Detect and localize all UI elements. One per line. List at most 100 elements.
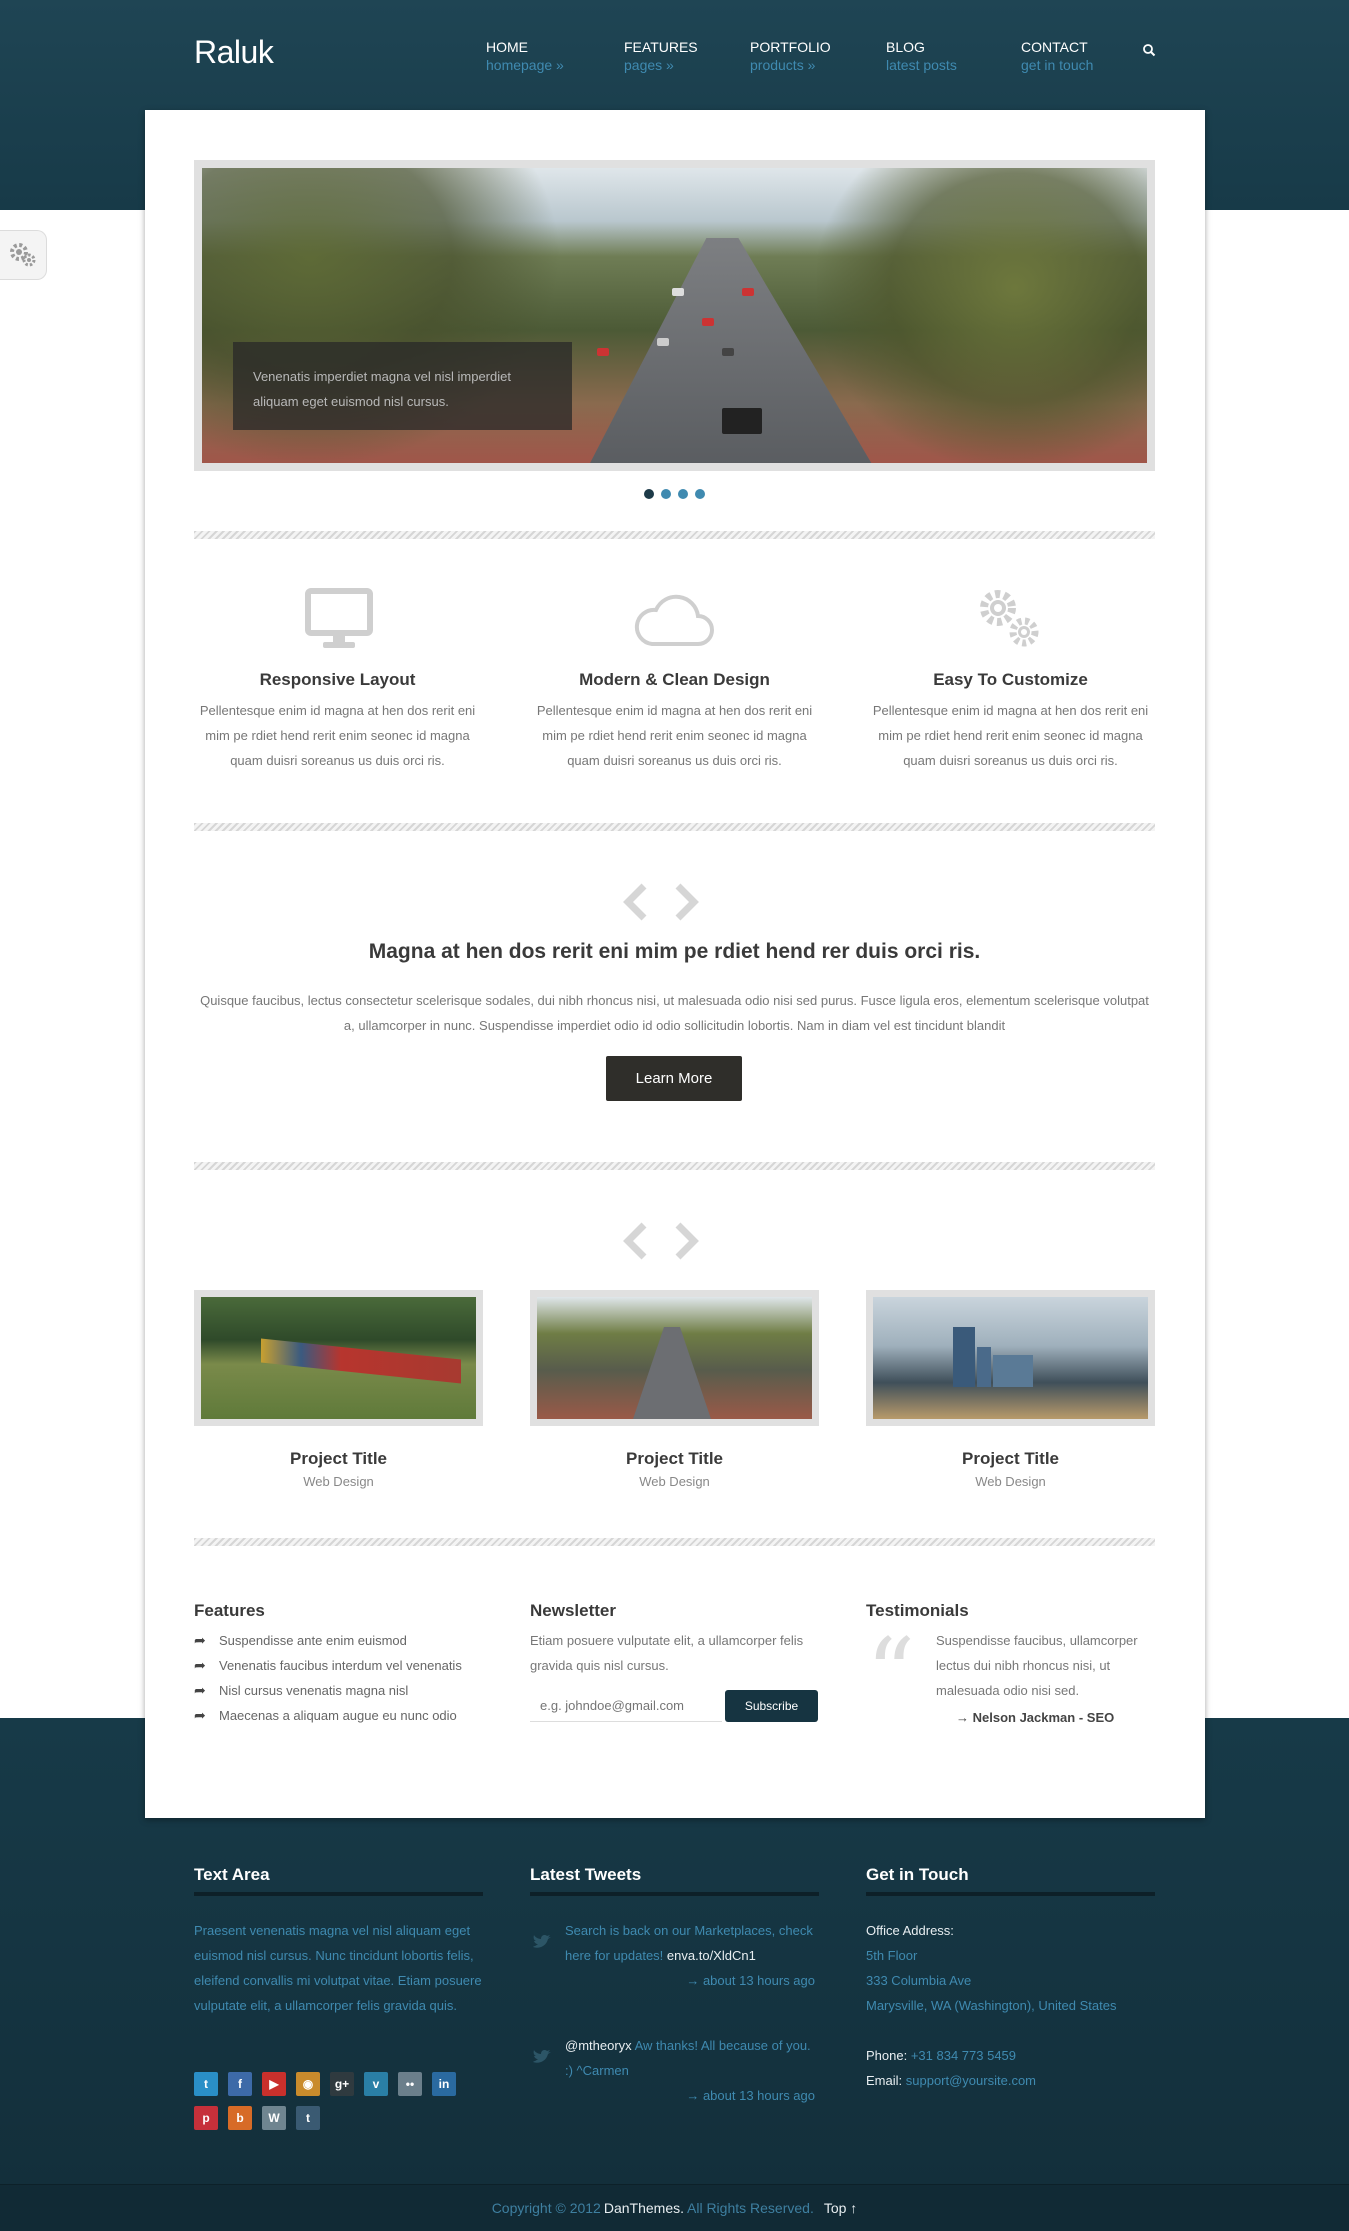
nav-item-portfolio[interactable]: PORTFOLIO products » bbox=[750, 38, 831, 74]
project-title[interactable]: Project Title bbox=[194, 1449, 483, 1469]
newsletter-text: Etiam posuere vulputate elit, a ullamcor… bbox=[530, 1633, 804, 1673]
blogger-icon[interactable]: b bbox=[228, 2106, 252, 2130]
project-card[interactable]: Project Title Web Design bbox=[866, 1290, 1155, 1489]
project-thumbnail[interactable] bbox=[201, 1297, 476, 1419]
title-underline bbox=[530, 1892, 819, 1896]
tweet-link[interactable]: enva.to/XldCn1 bbox=[667, 1948, 756, 1963]
chevron-right-icon[interactable] bbox=[672, 882, 700, 922]
section-divider bbox=[194, 1162, 1155, 1170]
get-in-touch-title: Get in Touch bbox=[866, 1865, 969, 1884]
gear-icon bbox=[10, 243, 36, 267]
style-switcher-tab[interactable] bbox=[0, 230, 47, 280]
slider-dot[interactable] bbox=[661, 489, 671, 499]
features-widget-title: Features bbox=[194, 1601, 265, 1620]
nav-subtitle: get in touch bbox=[1021, 57, 1094, 73]
tweet-item: Search is back on our Marketplaces, chec… bbox=[565, 1918, 815, 1993]
list-item: ➦ Maecenas a aliquam augue eu nunc odio bbox=[194, 1703, 462, 1728]
callout-heading: Magna at hen dos rerit eni mim pe rdiet … bbox=[368, 940, 981, 963]
feature-title: Responsive Layout bbox=[259, 670, 416, 689]
contact-info: Office Address: 5th Floor 333 Columbia A… bbox=[866, 1918, 1156, 2093]
tumblr-icon[interactable]: t bbox=[296, 2106, 320, 2130]
arrow-icon: ➦ bbox=[194, 1682, 206, 1698]
slider-dot[interactable] bbox=[695, 489, 705, 499]
slider-dot[interactable] bbox=[678, 489, 688, 499]
latest-tweets-title: Latest Tweets bbox=[530, 1865, 642, 1884]
googleplus-icon[interactable]: g+ bbox=[330, 2072, 354, 2096]
wordpress-icon[interactable]: W bbox=[262, 2106, 286, 2130]
phone-label: Phone: bbox=[866, 2048, 908, 2063]
project-card[interactable]: Project Title Web Design bbox=[194, 1290, 483, 1489]
tweet-item: @mtheoryx Aw thanks! All because of you.… bbox=[565, 2033, 815, 2108]
nav-item-contact[interactable]: CONTACT get in touch bbox=[1021, 38, 1093, 74]
tweet-time[interactable]: → about 13 hours ago bbox=[565, 1968, 815, 1993]
nav-item-features[interactable]: FEATURES pages » bbox=[624, 38, 698, 74]
project-title[interactable]: Project Title bbox=[866, 1449, 1155, 1469]
site-logo[interactable]: Raluk bbox=[194, 34, 274, 71]
monitor-icon bbox=[305, 588, 373, 648]
newsletter-title: Newsletter bbox=[530, 1601, 616, 1620]
project-category: Web Design bbox=[303, 1474, 374, 1489]
cloud-icon bbox=[634, 594, 714, 646]
feature-text: Pellentesque enim id magna at hen dos re… bbox=[536, 703, 813, 768]
copyright-suffix: All Rights Reserved. bbox=[687, 2200, 814, 2216]
project-title[interactable]: Project Title bbox=[530, 1449, 819, 1469]
slider-dot[interactable] bbox=[644, 489, 654, 499]
section-divider bbox=[194, 823, 1155, 831]
vimeo-icon[interactable]: v bbox=[364, 2072, 388, 2096]
tweet-time[interactable]: → about 13 hours ago bbox=[565, 2083, 815, 2108]
text-area-title: Text Area bbox=[194, 1865, 270, 1884]
youtube-icon[interactable]: ▶ bbox=[262, 2072, 286, 2096]
slide-caption: Venenatis imperdiet magna vel nisl imper… bbox=[233, 342, 572, 430]
chevron-left-icon[interactable] bbox=[622, 1221, 650, 1261]
pinterest-icon[interactable]: p bbox=[194, 2106, 218, 2130]
rss-icon[interactable]: ◉ bbox=[296, 2072, 320, 2096]
phone-value[interactable]: +31 834 773 5459 bbox=[911, 2048, 1016, 2063]
feature-design: Modern & Clean Design Pellentesque enim … bbox=[531, 670, 818, 773]
nav-title: FEATURES bbox=[624, 39, 698, 55]
chevron-left-icon[interactable] bbox=[622, 882, 650, 922]
arrow-icon: ➦ bbox=[194, 1707, 206, 1723]
nav-title: CONTACT bbox=[1021, 39, 1088, 55]
slider-pagination bbox=[644, 489, 705, 499]
subscribe-button[interactable]: Subscribe bbox=[725, 1690, 818, 1722]
flickr-icon[interactable]: •• bbox=[398, 2072, 422, 2096]
feature-customize: Easy To Customize Pellentesque enim id m… bbox=[867, 670, 1154, 773]
company-link[interactable]: DanThemes. bbox=[604, 2200, 684, 2216]
social-row-1: t f ▶ ◉ g+ v •• in bbox=[194, 2072, 456, 2096]
image-slider[interactable]: Venenatis imperdiet magna vel nisl imper… bbox=[194, 160, 1155, 471]
project-card[interactable]: Project Title Web Design bbox=[530, 1290, 819, 1489]
social-row-2: p b W t bbox=[194, 2106, 320, 2130]
quote-icon: “ bbox=[866, 1618, 916, 1730]
twitter-bird-icon bbox=[533, 1935, 551, 1948]
project-thumbnail[interactable] bbox=[873, 1297, 1148, 1419]
nav-title: BLOG bbox=[886, 39, 925, 55]
chevron-right-icon[interactable] bbox=[672, 1221, 700, 1261]
newsletter-email-input[interactable] bbox=[530, 1690, 722, 1722]
feature-title: Easy To Customize bbox=[933, 670, 1088, 689]
tweet-handle[interactable]: @mtheoryx bbox=[565, 2038, 632, 2053]
project-category: Web Design bbox=[975, 1474, 1046, 1489]
address-line: 5th Floor bbox=[866, 1948, 918, 1963]
nav-item-home[interactable]: HOME homepage » bbox=[486, 38, 564, 74]
facebook-icon[interactable]: f bbox=[228, 2072, 252, 2096]
arrow-icon: ➦ bbox=[194, 1632, 206, 1648]
back-to-top-link[interactable]: Top ↑ bbox=[824, 2200, 857, 2216]
address-line: 333 Columbia Ave bbox=[866, 1973, 972, 1988]
nav-subtitle: homepage » bbox=[486, 57, 564, 73]
gears-icon bbox=[980, 590, 1039, 647]
nav-title: PORTFOLIO bbox=[750, 39, 831, 55]
learn-more-button[interactable]: Learn More bbox=[606, 1056, 742, 1101]
nav-item-blog[interactable]: BLOG latest posts bbox=[886, 38, 957, 74]
office-label: Office Address: bbox=[866, 1923, 954, 1938]
twitter-icon[interactable]: t bbox=[194, 2072, 218, 2096]
list-item: ➦ Suspendisse ante enim euismod bbox=[194, 1628, 462, 1653]
search-icon[interactable] bbox=[1142, 43, 1156, 57]
address-line: Marysville, WA (Washington), United Stat… bbox=[866, 1998, 1117, 2013]
project-thumbnail[interactable] bbox=[537, 1297, 812, 1419]
arrow-icon: ➦ bbox=[194, 1657, 206, 1673]
callout-text: Quisque faucibus, lectus consectetur sce… bbox=[200, 993, 1149, 1033]
linkedin-icon[interactable]: in bbox=[432, 2072, 456, 2096]
project-category: Web Design bbox=[639, 1474, 710, 1489]
copyright-bar: Copyright © 2012 DanThemes. All Rights R… bbox=[0, 2184, 1349, 2231]
email-link[interactable]: support@yoursite.com bbox=[906, 2073, 1036, 2088]
